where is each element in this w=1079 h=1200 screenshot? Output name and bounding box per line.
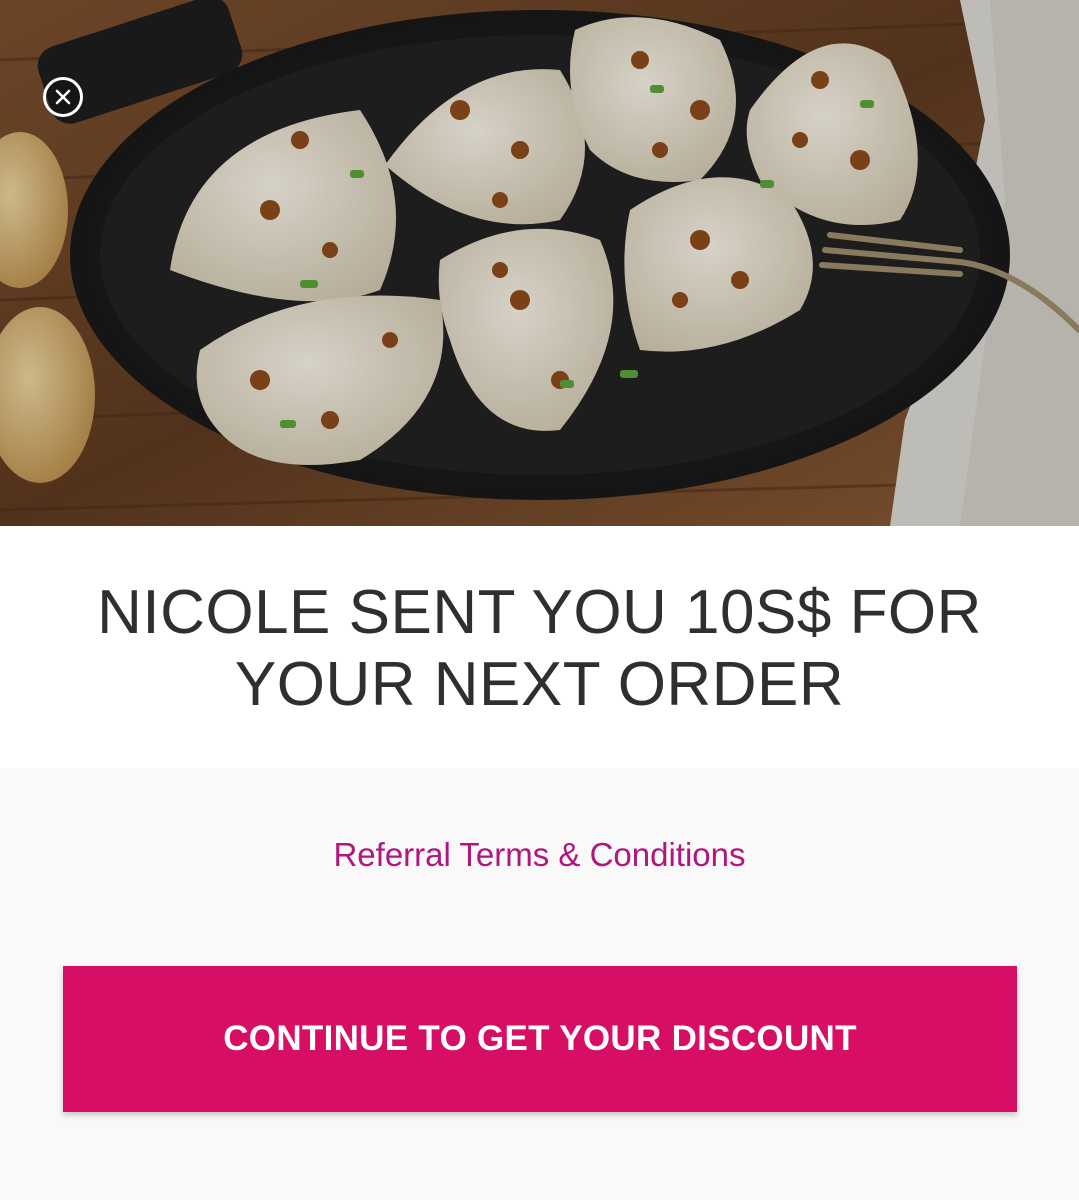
referral-headline: NICOLE SENT YOU 10S$ FOR YOUR NEXT ORDER xyxy=(97,578,982,719)
hero-image xyxy=(0,0,1079,526)
close-button[interactable] xyxy=(43,77,83,117)
close-icon xyxy=(55,89,71,105)
pierogi-photo xyxy=(0,0,1079,526)
continue-discount-button[interactable]: CONTINUE TO GET YOUR DISCOUNT xyxy=(63,966,1017,1112)
headline-section: NICOLE SENT YOU 10S$ FOR YOUR NEXT ORDER xyxy=(0,526,1079,768)
referral-terms-link[interactable]: Referral Terms & Conditions xyxy=(0,836,1079,874)
